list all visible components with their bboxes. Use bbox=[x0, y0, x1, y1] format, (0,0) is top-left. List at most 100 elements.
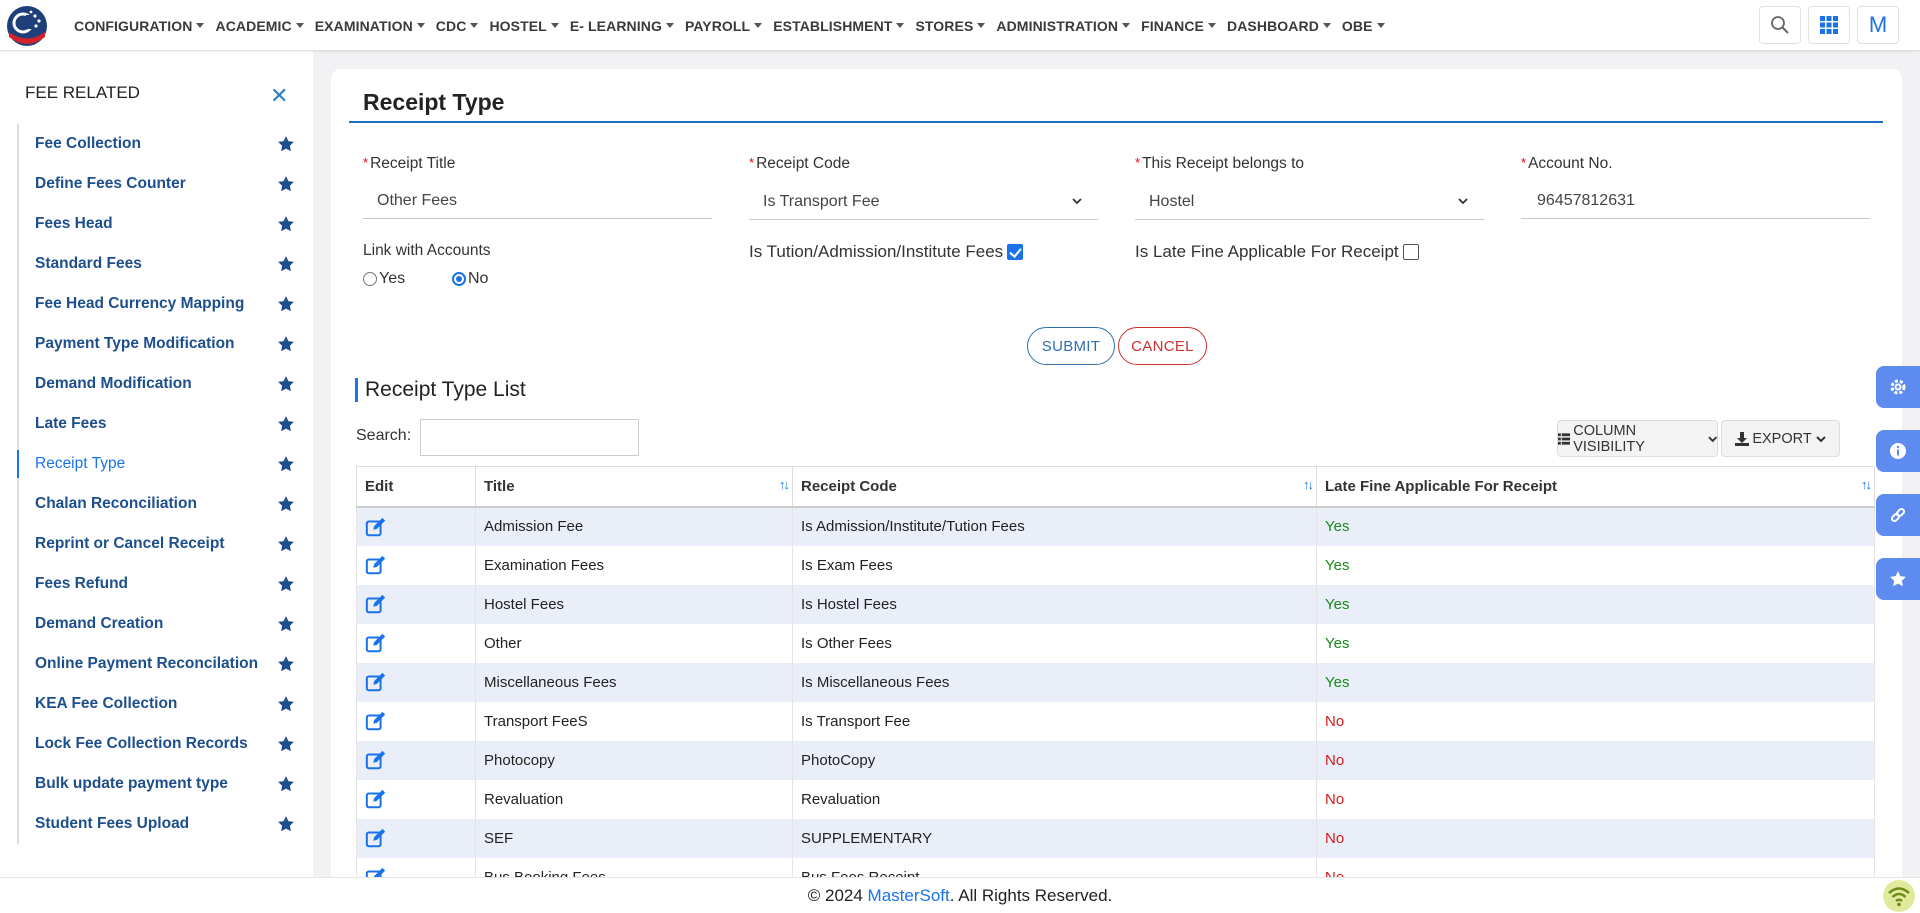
column-visibility-button[interactable]: COLUMN VISIBILITY bbox=[1557, 420, 1718, 457]
sidebar-item-late-fees[interactable]: Late Fees bbox=[19, 404, 297, 444]
menu-item-administration[interactable]: ADMINISTRATION bbox=[996, 18, 1131, 34]
late-fine-checkbox[interactable] bbox=[1402, 244, 1419, 260]
menu-item-establishment[interactable]: ESTABLISHMENT bbox=[773, 18, 905, 34]
menu-item-academic[interactable]: ACADEMIC bbox=[215, 18, 304, 34]
sidebar-item-define-fees-counter[interactable]: Define Fees Counter bbox=[19, 164, 297, 204]
info-tab[interactable] bbox=[1876, 430, 1920, 472]
column-header-title[interactable]: Title ↑↓ bbox=[475, 466, 793, 508]
sidebar-item-demand-creation[interactable]: Demand Creation bbox=[19, 604, 297, 644]
cancel-button[interactable]: CANCEL bbox=[1118, 327, 1207, 365]
edit-icon[interactable] bbox=[365, 593, 387, 615]
sidebar-item-fees-refund[interactable]: Fees Refund bbox=[19, 564, 297, 604]
export-button[interactable]: EXPORT bbox=[1721, 420, 1840, 457]
star-icon[interactable] bbox=[277, 335, 295, 353]
user-avatar-button[interactable]: M bbox=[1857, 6, 1899, 44]
edit-icon[interactable] bbox=[365, 632, 387, 654]
star-icon[interactable] bbox=[277, 375, 295, 393]
cell-title: Revaluation bbox=[475, 779, 793, 819]
sidebar-item-label: Lock Fee Collection Records bbox=[35, 735, 248, 752]
sidebar-item-demand-modification[interactable]: Demand Modification bbox=[19, 364, 297, 404]
edit-icon[interactable] bbox=[365, 671, 387, 693]
search-input[interactable] bbox=[420, 419, 639, 456]
footer-brand-link[interactable]: MasterSoft bbox=[868, 886, 950, 906]
star-icon[interactable] bbox=[277, 135, 295, 153]
edit-icon[interactable] bbox=[365, 749, 387, 771]
star-icon[interactable] bbox=[277, 255, 295, 273]
edit-icon[interactable] bbox=[365, 788, 387, 810]
tution-fees-checkbox[interactable] bbox=[1007, 244, 1024, 260]
menu-item-examination[interactable]: EXAMINATION bbox=[315, 18, 425, 34]
radio-checked-icon bbox=[452, 272, 466, 286]
apps-button[interactable] bbox=[1808, 6, 1850, 44]
sidebar-item-payment-type-modification[interactable]: Payment Type Modification bbox=[19, 324, 297, 364]
app-logo[interactable] bbox=[6, 5, 48, 47]
menu-item-hostel[interactable]: HOSTEL bbox=[489, 18, 559, 34]
star-icon[interactable] bbox=[277, 175, 295, 193]
link-accounts-no-radio[interactable]: No bbox=[452, 270, 488, 288]
star-icon[interactable] bbox=[277, 215, 295, 233]
close-icon[interactable]: ✕ bbox=[270, 83, 288, 109]
submit-button[interactable]: SUBMIT bbox=[1027, 327, 1115, 365]
star-icon[interactable] bbox=[277, 655, 295, 673]
caret-down-icon bbox=[470, 23, 479, 28]
sidebar-item-online-payment-reconcilation[interactable]: Online Payment Reconcilation bbox=[19, 644, 297, 684]
column-header-late-fine[interactable]: Late Fine Applicable For Receipt ↑↓ bbox=[1316, 466, 1875, 508]
cell-late-fine: No bbox=[1316, 818, 1875, 858]
star-icon[interactable] bbox=[277, 455, 295, 473]
menu-item-e-learning[interactable]: E- LEARNING bbox=[570, 18, 674, 34]
star-icon[interactable] bbox=[277, 775, 295, 793]
sidebar-item-reprint-or-cancel-receipt[interactable]: Reprint or Cancel Receipt bbox=[19, 524, 297, 564]
link-accounts-yes-radio[interactable]: Yes bbox=[363, 270, 405, 288]
list-icon bbox=[1558, 432, 1571, 445]
sort-icon[interactable]: ↑↓ bbox=[1303, 477, 1314, 492]
star-icon[interactable] bbox=[277, 415, 295, 433]
cell-title: Hostel Fees bbox=[475, 584, 793, 624]
star-icon[interactable] bbox=[277, 495, 295, 513]
sidebar-item-bulk-update-payment-type[interactable]: Bulk update payment type bbox=[19, 764, 297, 804]
settings-tab[interactable] bbox=[1876, 366, 1920, 408]
menu-item-dashboard[interactable]: DASHBOARD bbox=[1227, 18, 1331, 34]
menu-item-obe[interactable]: OBE bbox=[1342, 18, 1385, 34]
menu-item-configuration[interactable]: CONFIGURATION bbox=[74, 18, 205, 34]
caret-down-icon bbox=[896, 23, 905, 28]
sort-icon[interactable]: ↑↓ bbox=[1861, 477, 1872, 492]
menu-item-finance[interactable]: FINANCE bbox=[1141, 18, 1216, 34]
sidebar-item-standard-fees[interactable]: Standard Fees bbox=[19, 244, 297, 284]
star-icon[interactable] bbox=[277, 575, 295, 593]
star-icon[interactable] bbox=[277, 695, 295, 713]
sidebar-item-lock-fee-collection-records[interactable]: Lock Fee Collection Records bbox=[19, 724, 297, 764]
belongs-to-select[interactable]: Hostel bbox=[1135, 184, 1484, 220]
search-button[interactable] bbox=[1759, 6, 1801, 44]
receipt-code-select[interactable]: Is Transport Fee bbox=[749, 184, 1098, 220]
menu-item-label: EXAMINATION bbox=[314, 17, 413, 34]
account-no-input[interactable]: 96457812631 bbox=[1521, 183, 1870, 219]
receipt-title-input[interactable]: Other Fees bbox=[363, 183, 712, 219]
sidebar-item-receipt-type[interactable]: Receipt Type bbox=[17, 444, 297, 484]
sidebar-item-fee-collection[interactable]: Fee Collection bbox=[19, 124, 297, 164]
sidebar-item-fee-head-currency-mapping[interactable]: Fee Head Currency Mapping bbox=[19, 284, 297, 324]
search-label: Search: bbox=[356, 427, 412, 444]
cell-late-fine: No bbox=[1316, 779, 1875, 819]
edit-icon[interactable] bbox=[365, 710, 387, 732]
edit-icon[interactable] bbox=[365, 516, 387, 538]
sidebar-item-student-fees-upload[interactable]: Student Fees Upload bbox=[19, 804, 297, 844]
star-icon[interactable] bbox=[277, 535, 295, 553]
sidebar-item-chalan-reconciliation[interactable]: Chalan Reconciliation bbox=[19, 484, 297, 524]
star-icon[interactable] bbox=[277, 615, 295, 633]
sidebar-item-label: Reprint or Cancel Receipt bbox=[35, 535, 225, 552]
edit-icon[interactable] bbox=[365, 554, 387, 576]
star-icon[interactable] bbox=[277, 735, 295, 753]
star-icon[interactable] bbox=[277, 295, 295, 313]
edit-icon[interactable] bbox=[365, 827, 387, 849]
favorites-tab[interactable] bbox=[1876, 558, 1920, 600]
menu-item-cdc[interactable]: CDC bbox=[436, 18, 479, 34]
star-icon[interactable] bbox=[277, 815, 295, 833]
sidebar-item-kea-fee-collection[interactable]: KEA Fee Collection bbox=[19, 684, 297, 724]
column-header-receipt-code[interactable]: Receipt Code ↑↓ bbox=[792, 466, 1317, 508]
sidebar-item-fees-head[interactable]: Fees Head bbox=[19, 204, 297, 244]
menu-item-payroll[interactable]: PAYROLL bbox=[685, 18, 763, 34]
menu-item-stores[interactable]: STORES bbox=[915, 18, 986, 34]
column-header-edit: Edit bbox=[356, 466, 476, 508]
sort-icon[interactable]: ↑↓ bbox=[779, 477, 790, 492]
link-tab[interactable] bbox=[1876, 494, 1920, 536]
